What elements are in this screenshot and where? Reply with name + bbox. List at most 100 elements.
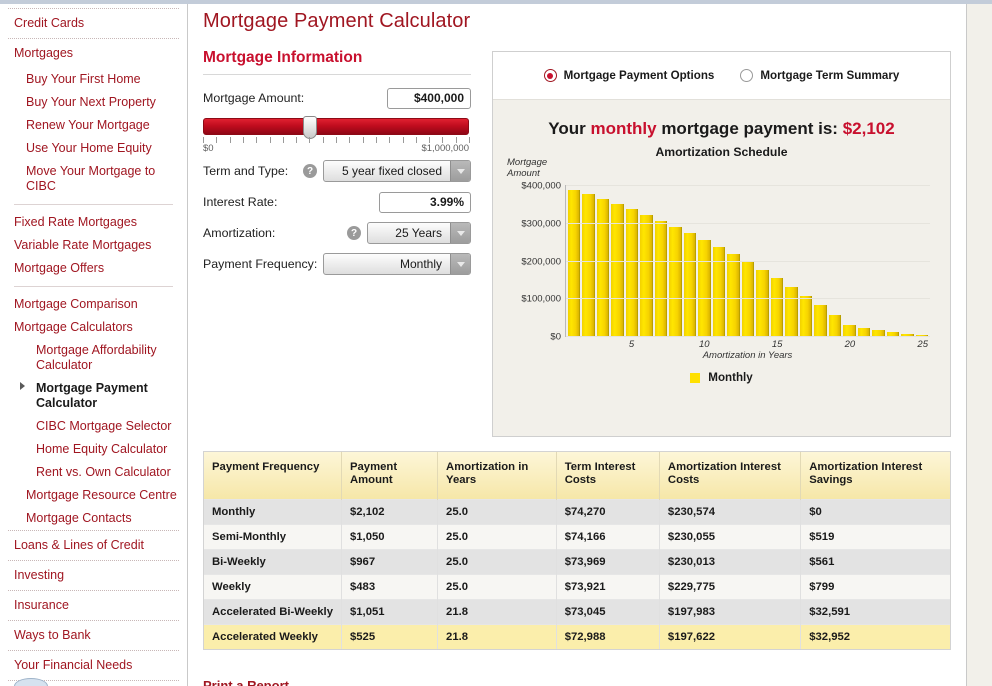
interest-rate-input[interactable] xyxy=(379,191,471,213)
results-panel: Mortgage Payment Options Mortgage Term Su… xyxy=(492,51,951,437)
chart-bar xyxy=(568,189,581,336)
chart-bar xyxy=(785,286,798,336)
sidebar-item-mortgage-calculators[interactable]: Mortgage Calculators xyxy=(0,316,187,339)
sidebar-item-mortgage-affordability-calculator[interactable]: Mortgage Affordability Calculator xyxy=(0,339,187,377)
chart-plot-area: $0 $100,000 $200,000 $300,000 $400,000 5 10 15 2… xyxy=(521,181,930,350)
table-row: Bi-Weekly $967 25.0 $73,969 $230,013 $561 xyxy=(204,549,950,575)
table-cell: Weekly xyxy=(204,574,342,600)
sidebar-item-cibc-mortgage-selector[interactable]: CIBC Mortgage Selector xyxy=(0,415,187,438)
slider-tick xyxy=(375,137,377,143)
sidebar-item-label: Your Financial Needs xyxy=(14,658,133,672)
table-column-header: Amortization in Years xyxy=(437,452,557,500)
table-cell: $1,051 xyxy=(341,599,439,625)
sidebar-item-mortgage-resource-centre[interactable]: Mortgage Resource Centre xyxy=(0,484,187,507)
slider-tick xyxy=(296,137,298,143)
table-row: Accelerated Bi-Weekly $1,051 21.8 $73,045 $1… xyxy=(204,599,950,625)
radio-option-mortgage-payment-options[interactable]: Mortgage Payment Options xyxy=(543,69,714,82)
sidebar-item-mortgage-payment-calculator[interactable]: Mortgage Payment Calculator xyxy=(0,377,187,415)
sidebar-item-investing[interactable]: Investing xyxy=(0,561,187,590)
term-and-type-label: Term and Type: xyxy=(203,163,289,178)
amortization-select[interactable]: 25 Years xyxy=(367,222,471,244)
table-cell: $32,952 xyxy=(800,624,950,649)
amortization-label: Amortization: xyxy=(203,225,276,240)
table-cell: $230,013 xyxy=(659,549,802,575)
table-cell: Semi-Monthly xyxy=(204,524,342,550)
sidebar-item-credit-cards[interactable]: Credit Cards xyxy=(0,9,187,38)
chevron-down-icon xyxy=(450,161,470,181)
sidebar-item-move-your-mortgage-to-cibc[interactable]: Move Your Mortgage to CIBC xyxy=(0,160,187,198)
sidebar-rule xyxy=(14,286,173,287)
slider-track[interactable] xyxy=(203,116,469,139)
chart-x-tick-label: 10 xyxy=(699,339,710,350)
sidebar-item-your-financial-needs[interactable]: Your Financial Needs xyxy=(0,651,187,680)
help-icon-term-and-type[interactable]: ? xyxy=(303,164,317,178)
mortgage-amount-slider[interactable]: $0 $1,000,000 xyxy=(203,116,470,154)
sidebar-item-buy-your-first-home[interactable]: Buy Your First Home xyxy=(0,68,187,91)
sidebar-item-renew-your-mortgage[interactable]: Renew Your Mortgage xyxy=(0,114,187,137)
print-report-link[interactable]: Print a Report xyxy=(203,678,289,686)
chart-x-tick-label: 25 xyxy=(917,339,929,350)
radio-option-mortgage-term-summary[interactable]: Mortgage Term Summary xyxy=(740,69,899,82)
payment-headline: Your monthly mortgage payment is: $2,102 xyxy=(493,100,950,145)
slider-handle[interactable] xyxy=(302,116,317,139)
section-title: Mortgage Information xyxy=(203,49,363,66)
slider-min-label: $0 xyxy=(203,143,214,154)
table-cell: $72,988 xyxy=(556,624,660,649)
table-cell: $2,102 xyxy=(341,499,439,525)
sidebar-item-insurance[interactable]: Insurance xyxy=(0,591,187,620)
sidebar-item-label: Credit Cards xyxy=(14,16,85,30)
sidebar-item-rent-vs-own-calculator[interactable]: Rent vs. Own Calculator xyxy=(0,461,187,484)
sidebar-item-label: Insurance xyxy=(14,598,69,612)
chart-y-tick-label: $300,000 xyxy=(521,218,561,230)
sidebar-item-variable-rate-mortgages[interactable]: Variable Rate Mortgages xyxy=(0,234,187,257)
table-cell: $519 xyxy=(800,524,950,550)
slider-tick xyxy=(389,137,391,143)
table-head: Payment Frequency Payment Amount Amortizat… xyxy=(204,452,950,500)
slider-tick xyxy=(269,137,271,143)
table-cell: $73,969 xyxy=(556,549,660,575)
term-and-type-value: 5 year fixed closed xyxy=(341,164,442,178)
sidebar-item-use-your-home-equity[interactable]: Use Your Home Equity xyxy=(0,137,187,160)
sidebar-item-label: Home Equity Calculator xyxy=(36,442,168,456)
sidebar-item-label: Use Your Home Equity xyxy=(26,141,152,155)
sidebar-item-mortgage-offers[interactable]: Mortgage Offers xyxy=(0,257,187,280)
mortgage-amount-label: Mortgage Amount: xyxy=(203,90,305,105)
slider-tick xyxy=(429,137,431,143)
table-cell: 25.0 xyxy=(437,574,557,600)
table-cell: Bi-Weekly xyxy=(204,549,342,575)
mortgage-amount-input[interactable] xyxy=(387,87,471,109)
chart-bar xyxy=(756,269,769,336)
table: Payment Frequency Payment Amount Amortizat… xyxy=(204,452,950,649)
help-icon-amortization[interactable]: ? xyxy=(347,226,361,240)
sidebar-item-buy-your-next-property[interactable]: Buy Your Next Property xyxy=(0,91,187,114)
sidebar-item-mortgages[interactable]: Mortgages xyxy=(0,39,187,68)
sidebar-item-label: Mortgage Payment Calculator xyxy=(36,381,148,410)
payment-comparison-table: Payment Frequency Payment Amount Amortizat… xyxy=(203,451,951,650)
radio-button-icon[interactable] xyxy=(740,69,754,82)
payment-frequency-select[interactable]: Monthly xyxy=(323,253,471,275)
table-column-header: Amortization Interest Savings xyxy=(800,452,950,500)
table-column-header: Payment Amount xyxy=(341,452,439,500)
table-row: Weekly $483 25.0 $73,921 $229,775 $799 xyxy=(204,574,950,600)
sidebar-item-ways-to-bank[interactable]: Ways to Bank xyxy=(0,621,187,650)
chart-gridline: $300,000 xyxy=(521,218,930,229)
chart-legend: Monthly xyxy=(493,371,950,384)
sidebar-item-mortgage-comparison[interactable]: Mortgage Comparison xyxy=(0,293,187,316)
sidebar-item-fixed-rate-mortgages[interactable]: Fixed Rate Mortgages xyxy=(0,211,187,234)
slider-tick xyxy=(242,137,244,143)
headline-middle: mortgage payment is: xyxy=(656,119,843,138)
term-and-type-select[interactable]: 5 year fixed closed xyxy=(323,160,471,182)
table-cell: Monthly xyxy=(204,499,342,525)
sidebar-item-label: Variable Rate Mortgages xyxy=(14,238,152,252)
sidebar-navigation: Credit Cards Mortgages Buy Your First Home… xyxy=(0,4,188,686)
chart-bar xyxy=(683,232,697,336)
slider-tick-marks xyxy=(203,137,470,144)
sidebar-item-loans-lines-of-credit[interactable]: Loans & Lines of Credit xyxy=(0,531,187,560)
radio-button-icon[interactable] xyxy=(543,69,557,82)
sidebar-rule xyxy=(14,204,173,205)
sidebar-item-mortgage-contacts[interactable]: Mortgage Contacts xyxy=(0,507,187,530)
page-root: Credit Cards Mortgages Buy Your First Home… xyxy=(0,0,992,686)
sidebar-item-home-equity-calculator[interactable]: Home Equity Calculator xyxy=(0,438,187,461)
chart-gridline: $0 xyxy=(550,332,930,343)
slider-tick xyxy=(256,137,258,143)
